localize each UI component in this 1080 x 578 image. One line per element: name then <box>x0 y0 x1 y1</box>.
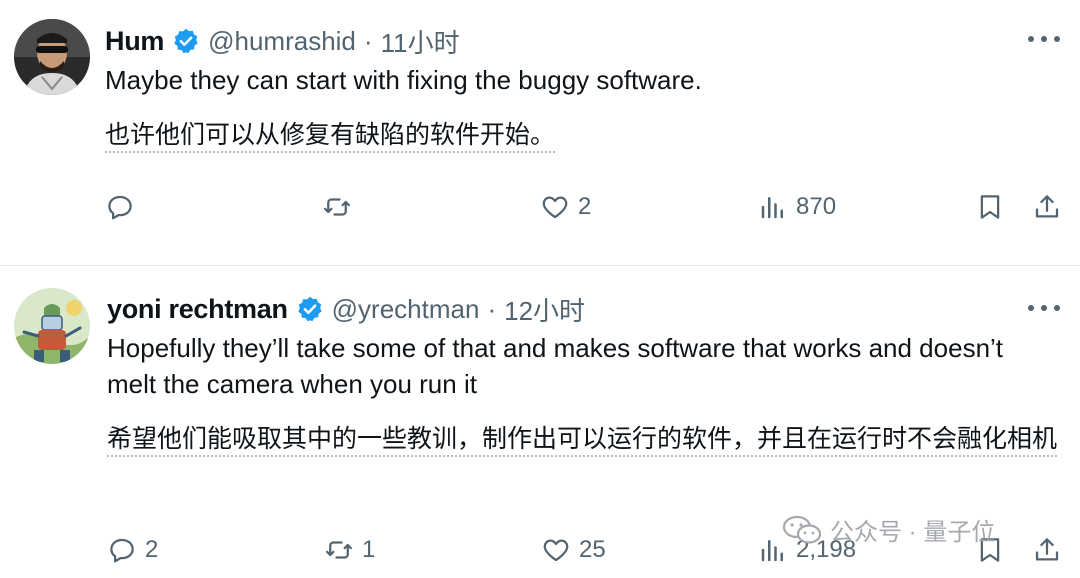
reply-icon <box>108 195 132 220</box>
share-icon <box>1035 538 1059 561</box>
reply-button[interactable] <box>105 187 143 227</box>
verified-badge-icon <box>297 296 322 322</box>
timestamp[interactable]: 11小时 <box>381 23 460 60</box>
separator: · <box>487 293 497 324</box>
like-button[interactable]: 25 <box>541 530 606 570</box>
author-name[interactable]: yoni rechtman <box>107 294 288 325</box>
action-bar: 2 870 <box>0 187 1080 227</box>
author-handle[interactable]: @yrechtman <box>332 294 480 325</box>
tweet-translation: 希望他们能吸取其中的一些教训，制作出可以运行的软件，并且在运行时不会融化相机 <box>107 420 1067 458</box>
retweet-count: 1 <box>362 536 376 563</box>
like-button[interactable]: 2 <box>540 187 591 227</box>
avatar[interactable] <box>14 288 90 364</box>
retweet-button[interactable]: 1 <box>324 530 375 570</box>
tweet-header: yoni rechtman @yrechtman · 12小时 <box>107 292 585 326</box>
tweet-hum[interactable]: Hum @humrashid · 11小时 Maybe they can sta… <box>0 0 1080 266</box>
tweet-translation: 也许他们可以从修复有缺陷的软件开始。 <box>105 116 1005 154</box>
retweet-icon <box>324 198 350 216</box>
more-options-icon[interactable] <box>1028 34 1060 44</box>
bookmark-icon <box>980 195 1000 219</box>
watermark-text: 公众号 · 量子位 <box>830 519 996 546</box>
author-handle[interactable]: @humrashid <box>208 26 356 57</box>
reply-button[interactable]: 2 <box>107 530 158 570</box>
translation-text: 希望他们能吸取其中的一些教训，制作出可以运行的软件，并且在运行时不会融化相机 <box>107 425 1058 457</box>
heart-icon <box>543 539 569 562</box>
retweet-icon <box>326 541 352 559</box>
avatar[interactable] <box>14 19 90 95</box>
like-count: 2 <box>578 193 592 220</box>
share-button[interactable] <box>1032 530 1062 570</box>
tweet-text: Hopefully they’ll take some of that and … <box>107 333 1004 399</box>
translation-text: 也许他们可以从修复有缺陷的软件开始。 <box>105 121 556 153</box>
separator: · <box>363 25 373 56</box>
share-icon <box>1035 195 1059 218</box>
wechat-icon <box>782 515 822 544</box>
more-options-icon[interactable] <box>1028 303 1060 313</box>
watermark: 公众号 · 量子位 <box>782 512 995 547</box>
tweet-text: Maybe they can start with fixing the bug… <box>105 65 702 95</box>
analytics-icon <box>761 197 783 219</box>
tweet-header: Hum @humrashid · 11小时 <box>105 24 460 58</box>
reply-icon <box>110 538 134 563</box>
like-count: 25 <box>579 536 606 563</box>
reply-count: 2 <box>145 536 159 563</box>
verified-badge-icon <box>174 28 198 54</box>
heart-icon <box>542 196 568 219</box>
view-count: 870 <box>796 193 837 220</box>
retweet-button[interactable] <box>322 187 360 227</box>
timestamp[interactable]: 12小时 <box>504 291 585 328</box>
bookmark-button[interactable] <box>975 187 1005 227</box>
author-name[interactable]: Hum <box>105 26 164 57</box>
share-button[interactable] <box>1032 187 1062 227</box>
views-button[interactable]: 870 <box>758 187 836 227</box>
